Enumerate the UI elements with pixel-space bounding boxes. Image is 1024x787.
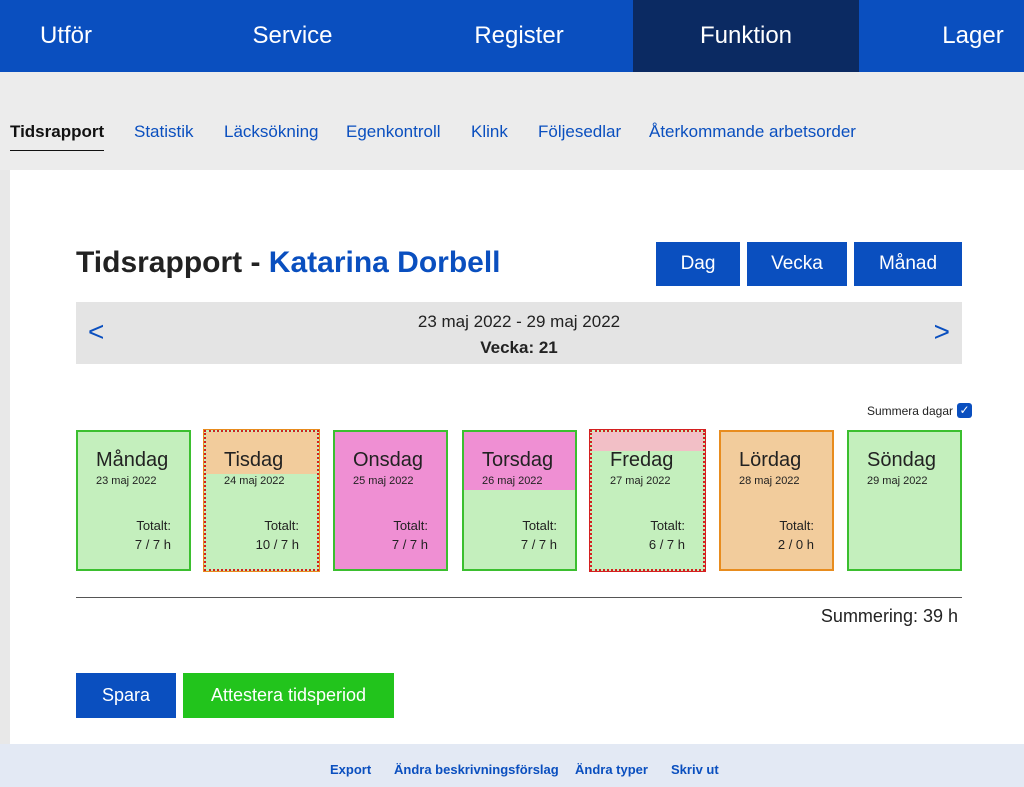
day-total-label: Totalt: [522, 518, 557, 533]
day-total-label: Totalt: [264, 518, 299, 533]
day-date: 23 maj 2022 [96, 475, 157, 487]
tab-tidsrapport[interactable]: Tidsrapport [10, 122, 105, 151]
page-title-prefix: Tidsrapport - [76, 246, 269, 279]
day-date: 24 maj 2022 [224, 475, 285, 487]
day-date: 27 maj 2022 [610, 475, 671, 487]
person-name[interactable]: Katarina Dorbell [269, 246, 501, 279]
day-total-value: 6 / 7 h [648, 537, 685, 552]
day-total-label: Totalt: [779, 518, 814, 533]
day-name: Onsdag [353, 449, 424, 471]
week-view-button[interactable]: Vecka [747, 242, 847, 286]
change-types-link[interactable]: Ändra typer [575, 762, 648, 777]
tab-egenkontroll[interactable]: Egenkontroll [346, 122, 441, 142]
day-card-fredag[interactable]: Fredag 27 maj 2022 Totalt: 6 / 7 h [589, 429, 706, 572]
print-link[interactable]: Skriv ut [671, 762, 719, 777]
day-name: Tisdag [224, 449, 284, 471]
day-name: Lördag [739, 449, 802, 471]
tab-foljesedlar[interactable]: Följesedlar [538, 122, 621, 142]
day-card-onsdag[interactable]: Onsdag 25 maj 2022 Totalt: 7 / 7 h [333, 430, 448, 571]
nav-service[interactable]: Service [180, 0, 405, 72]
sub-navigation: Tidsrapport Statistik Läcksökning Egenko… [0, 72, 1024, 170]
week-summary: Summering: 39 h [820, 606, 958, 626]
week-date-range: 23 maj 2022 - 29 maj 2022 [417, 312, 621, 331]
day-name: Fredag [610, 449, 674, 471]
next-week-arrow-icon[interactable]: > [934, 316, 950, 348]
day-card-tisdag[interactable]: Tisdag 24 maj 2022 Totalt: 10 / 7 h [203, 429, 320, 572]
day-name: Söndag [867, 449, 936, 471]
month-view-button[interactable]: Månad [854, 242, 962, 286]
tab-klink[interactable]: Klink [471, 122, 508, 142]
day-date: 28 maj 2022 [739, 475, 800, 487]
day-total-value: 7 / 7 h [134, 537, 171, 552]
save-button[interactable]: Spara [76, 673, 176, 718]
day-card-mandag[interactable]: Måndag 23 maj 2022 Totalt: 7 / 7 h [76, 430, 191, 571]
footer: Export Ändra beskrivningsförslag Ändra t… [0, 744, 1024, 787]
day-date: 29 maj 2022 [867, 475, 928, 487]
day-name: Torsdag [482, 449, 554, 471]
export-link[interactable]: Export [330, 762, 371, 777]
nav-lager[interactable]: Lager [859, 0, 1024, 72]
day-total-label: Totalt: [393, 518, 428, 533]
day-view-button[interactable]: Dag [656, 242, 740, 286]
week-number: Vecka: 21 [480, 338, 558, 357]
tab-lacksokning[interactable]: Läcksökning [224, 122, 319, 142]
nav-funktion[interactable]: Funktion [633, 0, 859, 81]
day-date: 25 maj 2022 [353, 475, 414, 487]
nav-utfor[interactable]: Utför [0, 0, 132, 72]
top-navigation: Utför Service Register Funktion Lager [0, 0, 1024, 81]
page-title: Tidsrapport - Katarina Dorbell [76, 246, 501, 280]
day-name: Måndag [96, 449, 169, 471]
day-total-value: 2 / 0 h [777, 537, 814, 552]
divider [76, 597, 962, 598]
change-description-suggestions-link[interactable]: Ändra beskrivningsförslag [394, 762, 559, 777]
day-date: 26 maj 2022 [482, 475, 543, 487]
summera-dagar-label: Summera dagar [866, 403, 953, 418]
day-card-torsdag[interactable]: Torsdag 26 maj 2022 Totalt: 7 / 7 h [462, 430, 577, 571]
day-total-label: Totalt: [136, 518, 171, 533]
nav-register[interactable]: Register [405, 0, 633, 72]
summera-dagar-toggle: Summera dagar ✓ [867, 403, 972, 418]
tab-aterkommande-arbetsorder[interactable]: Återkommande arbetsorder [649, 122, 856, 142]
day-card-sondag[interactable]: Söndag 29 maj 2022 [847, 430, 962, 571]
tab-statistik[interactable]: Statistik [134, 122, 194, 142]
week-navigator: < 23 maj 2022 - 29 maj 2022 Vecka: 21 > [76, 302, 962, 364]
main-panel: Tidsrapport - Katarina Dorbell Dag Vecka… [10, 170, 1024, 744]
day-total-label: Totalt: [650, 518, 685, 533]
day-total-value: 10 / 7 h [255, 537, 299, 552]
day-card-lordag[interactable]: Lördag 28 maj 2022 Totalt: 2 / 0 h [719, 430, 834, 571]
day-total-value: 7 / 7 h [520, 537, 557, 552]
day-total-value: 7 / 7 h [391, 537, 428, 552]
attest-period-button[interactable]: Attestera tidsperiod [183, 673, 394, 718]
summera-dagar-checkbox[interactable]: ✓ [957, 403, 972, 418]
